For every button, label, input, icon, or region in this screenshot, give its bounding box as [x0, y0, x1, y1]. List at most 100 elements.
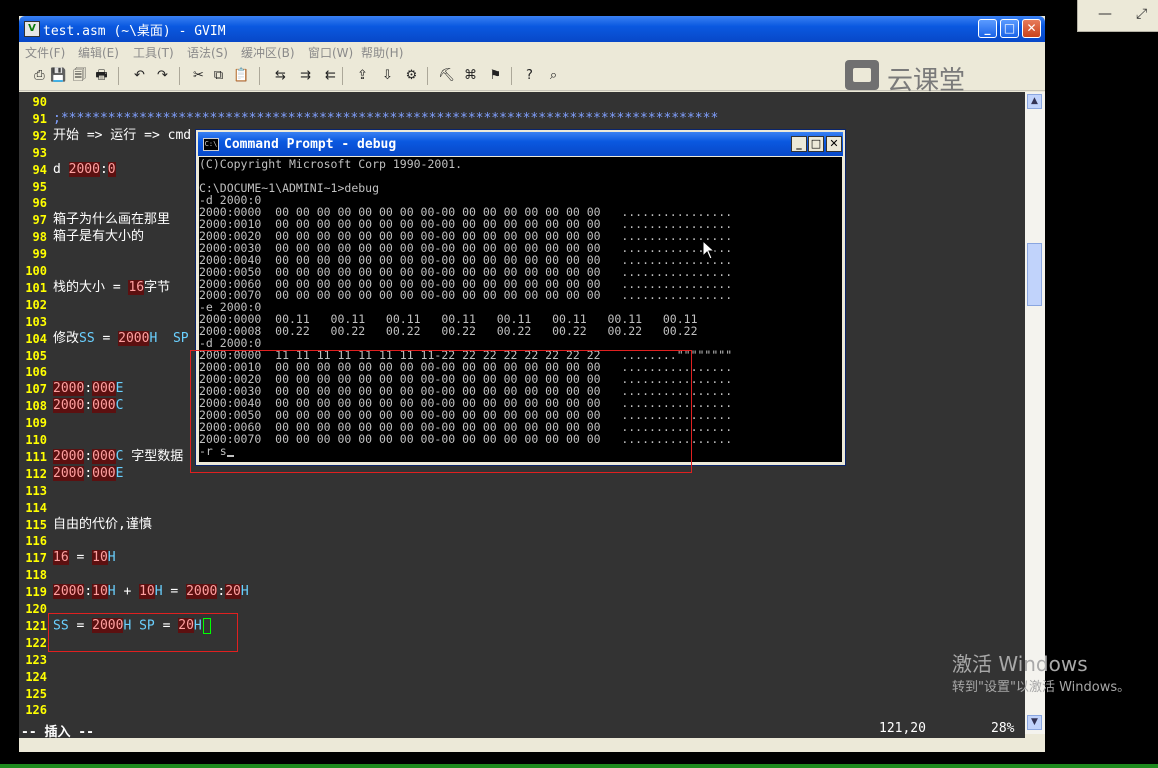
console-line: 2000:0020 00 00 00 00 00 00 00 00-00 00 … [199, 228, 733, 243]
syntax-token: C [115, 398, 124, 414]
line-number: 115 [25, 517, 47, 532]
tag-jump-icon[interactable]: ⚑ [487, 67, 504, 84]
open-icon[interactable]: ⎙ [31, 67, 48, 84]
editor-line[interactable]: 124 [19, 669, 1025, 685]
cmd-close-button[interactable]: ✕ [826, 136, 842, 152]
console-line: (C)Copyright Microsoft Corp 1990-2001. [199, 157, 463, 171]
line-text: 栈的大小 = 16字节 [53, 279, 170, 296]
make-icon[interactable]: ⛏ [438, 67, 455, 84]
menu-file[interactable]: 文件(F) [25, 44, 65, 61]
editor-line[interactable]: 113 [19, 483, 1025, 499]
cmd-maximize-button[interactable]: □ [808, 136, 824, 152]
save-all-icon[interactable]: 🗐 [71, 67, 88, 84]
editor-line[interactable]: 118 [19, 567, 1025, 583]
background-restore-button[interactable]: ⤢ [1136, 6, 1147, 22]
syntax-token: 字型数据 [123, 448, 184, 464]
editor-line[interactable]: 119 2000:10H + 10H = 2000:20H [19, 584, 1025, 600]
syntax-token: 16 [128, 279, 145, 295]
syntax-token: H [107, 584, 116, 600]
line-number: 125 [25, 686, 47, 701]
menu-syntax[interactable]: 语法(S) [187, 44, 228, 61]
run-script-icon[interactable]: ⚙ [403, 67, 420, 84]
line-number: 124 [25, 669, 47, 684]
editor-line[interactable]: 90 [19, 94, 1025, 110]
maximize-button[interactable]: □ [1000, 19, 1019, 38]
syntax-token: d [53, 161, 69, 177]
syntax-token: : [84, 381, 93, 397]
window-title: test.asm (~\桌面) - GVIM [43, 24, 226, 39]
cmd-icon[interactable]: C:\ [203, 138, 219, 151]
line-text: 箱子是有大小的 [53, 229, 144, 245]
print-icon[interactable]: 🖶 [93, 67, 110, 84]
line-number: 99 [32, 247, 47, 262]
line-number: 105 [25, 348, 47, 363]
find-next-icon[interactable]: ⇉ [297, 67, 314, 84]
activate-windows-subtitle: 转到"设置"以激活 Windows。 [952, 680, 1131, 695]
find-prev-icon[interactable]: ⇇ [322, 67, 339, 84]
editor-line[interactable]: 116 [19, 533, 1025, 549]
close-button[interactable]: ✕ [1022, 19, 1041, 38]
syntax-token: : [84, 584, 93, 600]
shell-icon[interactable]: ⌘ [462, 67, 479, 84]
console-line: 2000:0040 00 00 00 00 00 00 00 00-00 00 … [199, 252, 733, 267]
syntax-token: H [240, 584, 249, 600]
syntax-token: 10 [92, 550, 108, 566]
save-session-icon[interactable]: ⇩ [379, 67, 396, 84]
editor-line[interactable]: 114 [19, 500, 1025, 516]
cmd-title-bar[interactable]: C:\ Command Prompt - debug _ □ ✕ [198, 132, 843, 156]
cut-icon[interactable]: ✂ [190, 67, 207, 84]
syntax-token: 箱子是有大小的 [53, 229, 145, 245]
title-bar[interactable]: V test.asm (~\桌面) - GVIM _ □ ✕ [19, 16, 1045, 42]
line-text: 修改SS = 2000H SP [53, 330, 189, 347]
menu-buffers[interactable]: 缓冲区(B) [241, 44, 295, 61]
load-session-icon[interactable]: ⇪ [354, 67, 371, 84]
console-line: 2000:0030 00 00 00 00 00 00 00 00-00 00 … [199, 240, 733, 255]
line-number: 118 [25, 568, 47, 583]
toolbar-separator [179, 67, 180, 85]
status-line: -- 插入 -- 121,20 28% [19, 718, 1025, 740]
find-help-icon[interactable]: ⌕ [545, 67, 562, 84]
editor-line[interactable]: 123 [19, 652, 1025, 668]
save-icon[interactable]: 💾 [50, 67, 67, 84]
redo-icon[interactable]: ↷ [154, 67, 171, 84]
menu-window[interactable]: 窗口(W) [308, 44, 353, 61]
line-number: 123 [25, 652, 47, 667]
undo-icon[interactable]: ↶ [131, 67, 148, 84]
menu-tools[interactable]: 工具(T) [133, 44, 174, 61]
syntax-token: 开始 => 运行 => cmd [53, 127, 192, 143]
editor-line[interactable]: 126 [19, 702, 1025, 718]
syntax-token: 箱子为什么画在那里 [53, 212, 171, 228]
line-number: 104 [25, 331, 47, 346]
scroll-down-arrow-icon[interactable]: ▼ [1027, 715, 1042, 730]
replace-icon[interactable]: ⇆ [272, 67, 289, 84]
syntax-token: 自由的代价,谨慎 [53, 516, 152, 532]
syntax-token: 000 [92, 448, 116, 464]
scroll-thumb[interactable] [1027, 243, 1042, 306]
syntax-token: = [68, 550, 93, 566]
cmd-minimize-button[interactable]: _ [791, 136, 807, 152]
line-number: 98 [32, 230, 47, 245]
line-number: 110 [25, 433, 47, 447]
editor-line[interactable]: 117 16 = 10H [19, 550, 1025, 566]
editor-line[interactable]: 125 [19, 686, 1025, 702]
editor-line[interactable]: 91 ;*************************************… [19, 111, 1025, 127]
paste-icon[interactable]: 📋 [233, 67, 250, 84]
line-number: 112 [25, 466, 47, 481]
scroll-percent: 28% [991, 721, 1015, 736]
copy-icon[interactable]: ⧉ [210, 67, 227, 84]
minimize-button[interactable]: _ [978, 19, 997, 38]
vertical-scrollbar[interactable]: ▲ ▼ [1025, 92, 1045, 734]
line-number: 92 [32, 128, 47, 143]
help-icon[interactable]: ? [521, 67, 538, 84]
syntax-token: : [84, 398, 93, 414]
scroll-up-arrow-icon[interactable]: ▲ [1027, 94, 1042, 109]
editor-line[interactable]: 115 自由的代价,谨慎 [19, 517, 1025, 533]
line-number: 111 [25, 449, 47, 464]
background-minimize-button[interactable]: — [1098, 6, 1112, 22]
menu-edit[interactable]: 编辑(E) [78, 44, 119, 61]
console-line: 2000:0050 00 00 00 00 00 00 00 00-00 00 … [199, 264, 733, 279]
line-number: 117 [25, 551, 47, 566]
vim-app-icon[interactable]: V [24, 21, 40, 37]
menu-help[interactable]: 帮助(H) [361, 44, 403, 61]
console-line: 2000:0008 00.22 00.22 00.22 00.22 00.22 … [199, 324, 698, 339]
